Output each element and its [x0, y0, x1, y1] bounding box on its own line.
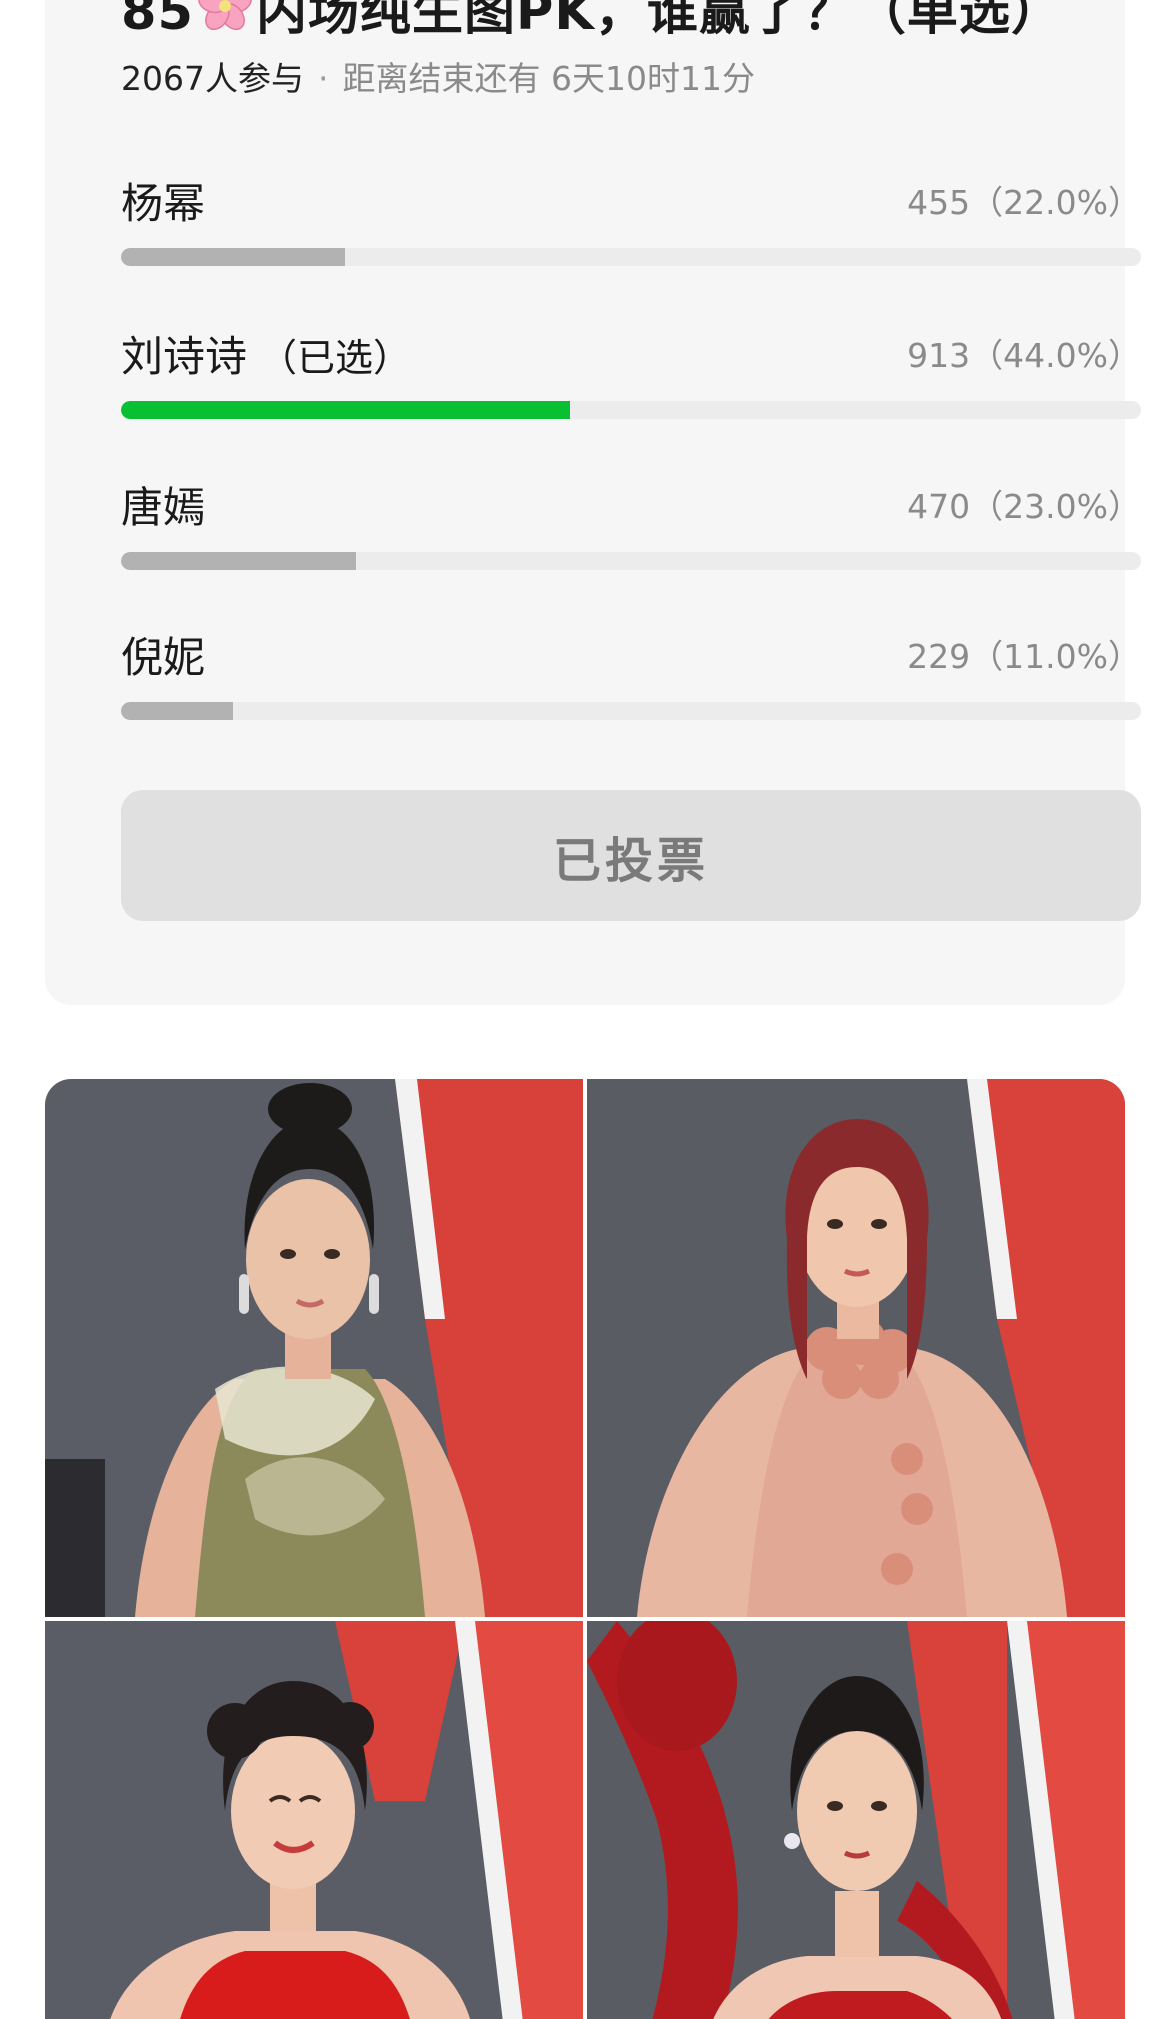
option-label: 刘诗诗 （已选）: [121, 323, 411, 384]
poll-option-1[interactable]: 杨幂 455（22.0%）: [121, 170, 1141, 270]
option-name: 倪妮: [121, 633, 206, 682]
option-progress-track: [121, 552, 1141, 570]
option-progress-track: [121, 401, 1141, 419]
poll-option-3[interactable]: 唐嫣 470（23.0%）: [121, 474, 1141, 574]
poll-card: 85 内场纯生图PK，谁赢了？（单选） 2067人参与 · 距离结束还有 6天10时: [45, 0, 1141, 1005]
poll-option-2[interactable]: 刘诗诗 （已选） 913（44.0%）: [121, 323, 1141, 423]
photo-4[interactable]: [587, 1621, 1125, 2019]
option-label: 倪妮: [121, 624, 217, 685]
poll-option-4[interactable]: 倪妮 229（11.0%）: [121, 624, 1141, 724]
option-progress-fill: [121, 401, 570, 419]
cherry-blossom-icon: [196, 0, 254, 48]
option-selected-tag: （已选）: [259, 336, 412, 380]
option-count: 229（11.0%）: [907, 637, 1141, 676]
photo-grid: [45, 1079, 1125, 2019]
poll-title: 85 内场纯生图PK，谁赢了？（单选）: [121, 0, 1063, 48]
option-progress-fill: [121, 552, 356, 570]
poll-title-prefix: 85: [121, 0, 194, 42]
photo-1[interactable]: [45, 1079, 583, 1617]
option-progress-track: [121, 702, 1141, 720]
option-name: 唐嫣: [121, 483, 206, 532]
option-label: 唐嫣: [121, 474, 217, 535]
poll-meta: 2067人参与 · 距离结束还有 6天10时11分: [121, 52, 755, 100]
option-count: 913（44.0%）: [907, 336, 1141, 375]
photo-3[interactable]: [45, 1621, 583, 2019]
option-label: 杨幂: [121, 170, 217, 231]
photo-2[interactable]: [587, 1079, 1125, 1617]
option-progress-fill: [121, 248, 346, 266]
option-progress-track: [121, 248, 1141, 266]
option-progress-fill: [121, 702, 234, 720]
time-remaining: 距离结束还有 6天10时11分: [342, 59, 755, 98]
poll-title-text: 内场纯生图PK，谁赢了？（单选）: [255, 0, 1063, 42]
participants-count: 2067人参与: [121, 59, 304, 98]
option-name: 杨幂: [121, 179, 206, 228]
voted-button[interactable]: 已投票: [121, 790, 1141, 921]
meta-separator: ·: [317, 59, 329, 98]
option-count: 470（23.0%）: [907, 487, 1141, 526]
option-name: 刘诗诗: [121, 332, 248, 381]
option-count: 455（22.0%）: [907, 183, 1141, 222]
post-page: 85 内场纯生图PK，谁赢了？（单选） 2067人参与 · 距离结束还有 6天10时: [0, 0, 1170, 2019]
